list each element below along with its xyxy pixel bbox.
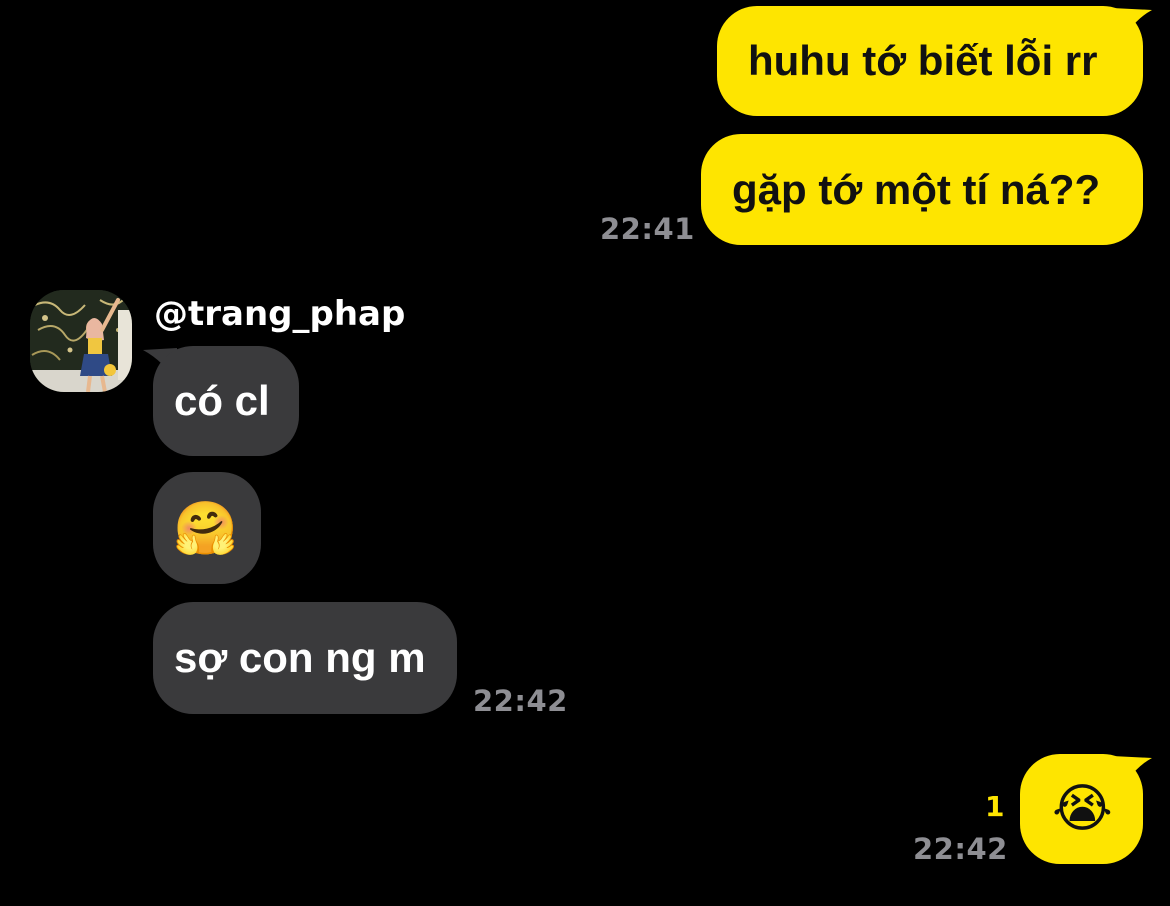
- sent-message-bubble[interactable]: huhu tớ biết lỗi rr: [717, 6, 1143, 116]
- received-message-bubble[interactable]: có cl: [153, 346, 299, 456]
- contact-username[interactable]: @trang_phap: [154, 294, 405, 334]
- loudly-crying-face-emoji-icon: 😭: [1052, 780, 1113, 838]
- message-text: sợ con ng m: [174, 634, 426, 681]
- message-text: huhu tớ biết lỗi rr: [748, 37, 1098, 84]
- message-text: có cl: [174, 377, 270, 424]
- received-message-bubble[interactable]: sợ con ng m: [153, 602, 457, 714]
- unread-count-badge: 1: [985, 790, 1005, 823]
- message-timestamp: 22:41: [600, 212, 695, 246]
- sent-emoji-bubble[interactable]: 😭: [1020, 754, 1143, 864]
- message-text: gặp tớ một tí ná??: [732, 165, 1101, 213]
- hugging-face-emoji-icon: 🤗: [173, 499, 238, 558]
- message-timestamp: 22:42: [913, 832, 1008, 866]
- user-photo-avatar-icon: [30, 290, 132, 392]
- message-timestamp: 22:42: [473, 684, 568, 718]
- sent-message-bubble[interactable]: gặp tớ một tí ná??: [701, 134, 1143, 245]
- contact-avatar[interactable]: [30, 290, 132, 392]
- received-emoji-bubble[interactable]: 🤗: [153, 472, 261, 584]
